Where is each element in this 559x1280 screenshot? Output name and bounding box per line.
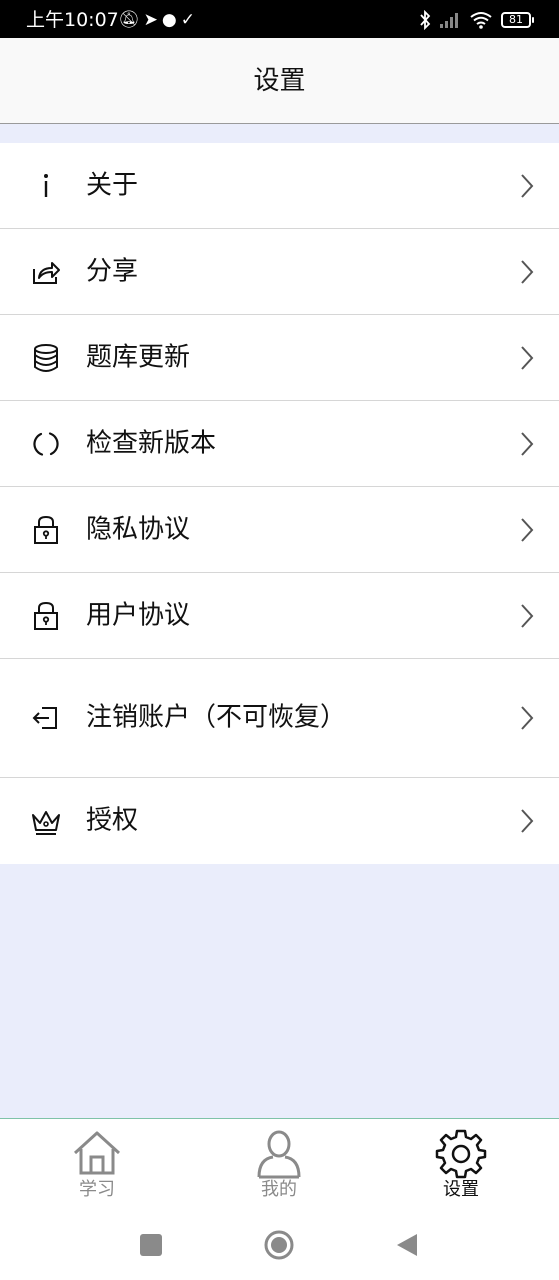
settings-item-check-version[interactable]: 检查新版本 — [0, 401, 559, 487]
chevron-right-icon — [519, 172, 535, 200]
settings-item-label: 用户协议 — [86, 600, 191, 630]
page-title: 设置 — [253, 66, 306, 96]
database-icon — [30, 342, 62, 374]
home-button[interactable] — [264, 1230, 294, 1260]
app-header: 设置 — [0, 38, 559, 124]
mute-icon: 🔕︎ — [118, 10, 144, 30]
settings-item-label: 隐私协议 — [86, 514, 191, 544]
home-icon — [71, 1127, 123, 1179]
settings-item-label: 检查新版本 — [86, 428, 217, 458]
settings-item-label: 授权 — [86, 805, 139, 836]
lock-icon — [30, 600, 62, 632]
chat-bubble-icon: ● — [161, 10, 181, 30]
tab-mine[interactable]: 我的 — [186, 1119, 372, 1211]
refresh-icon — [30, 428, 62, 460]
system-nav-bar — [0, 1210, 559, 1280]
system-icons: 81 — [419, 9, 534, 31]
signal-icon — [440, 13, 458, 28]
settings-item-authorization[interactable]: 授权 — [0, 778, 559, 864]
status-time: 上午10:07 — [26, 9, 119, 31]
check-icon: ✓ — [180, 10, 199, 30]
settings-item-label: 关于 — [86, 170, 139, 200]
settings-list: 关于 分享 题库更新 检查新版本 隐私协议 用户协议 注销账户（不可恢复） 授权 — [0, 143, 559, 864]
recents-button[interactable] — [136, 1230, 166, 1260]
lock-icon — [30, 514, 62, 546]
logout-icon — [30, 702, 62, 734]
tab-settings[interactable]: 设置 — [368, 1119, 554, 1211]
gear-icon — [435, 1127, 487, 1179]
tab-label: 学习 — [79, 1179, 115, 1200]
settings-item-label: 题库更新 — [86, 342, 191, 372]
settings-item-question-bank-update[interactable]: 题库更新 — [0, 315, 559, 401]
settings-item-delete-account[interactable]: 注销账户（不可恢复） — [0, 659, 559, 778]
settings-item-label: 分享 — [86, 256, 139, 286]
settings-item-about[interactable]: 关于 — [0, 143, 559, 229]
wifi-icon — [470, 12, 492, 29]
notification-icons: 🔕︎➤●✓ — [118, 9, 199, 31]
battery-indicator: 81 — [501, 12, 534, 28]
chevron-right-icon — [519, 258, 535, 286]
bluetooth-icon — [420, 10, 431, 30]
back-button[interactable] — [392, 1230, 422, 1260]
bottom-tab-bar: 学习 我的 设置 — [0, 1118, 559, 1210]
chevron-right-icon — [519, 807, 535, 835]
chevron-right-icon — [519, 602, 535, 630]
share-icon — [30, 256, 62, 288]
tab-label: 设置 — [443, 1179, 479, 1200]
crown-icon — [30, 805, 62, 837]
info-icon — [30, 170, 62, 202]
chevron-right-icon — [519, 344, 535, 372]
telegram-icon: ➤ — [143, 10, 162, 30]
tab-study[interactable]: 学习 — [4, 1119, 190, 1211]
settings-item-share[interactable]: 分享 — [0, 229, 559, 315]
person-icon — [253, 1127, 305, 1179]
settings-item-user-agreement[interactable]: 用户协议 — [0, 573, 559, 659]
chevron-right-icon — [519, 430, 535, 458]
chevron-right-icon — [519, 704, 535, 732]
settings-item-privacy-policy[interactable]: 隐私协议 — [0, 487, 559, 573]
tab-label: 我的 — [261, 1179, 297, 1200]
status-bar: 上午10:07 🔕︎➤●✓ 81 — [0, 0, 559, 38]
chevron-right-icon — [519, 516, 535, 544]
settings-item-label: 注销账户（不可恢复） — [86, 702, 347, 733]
